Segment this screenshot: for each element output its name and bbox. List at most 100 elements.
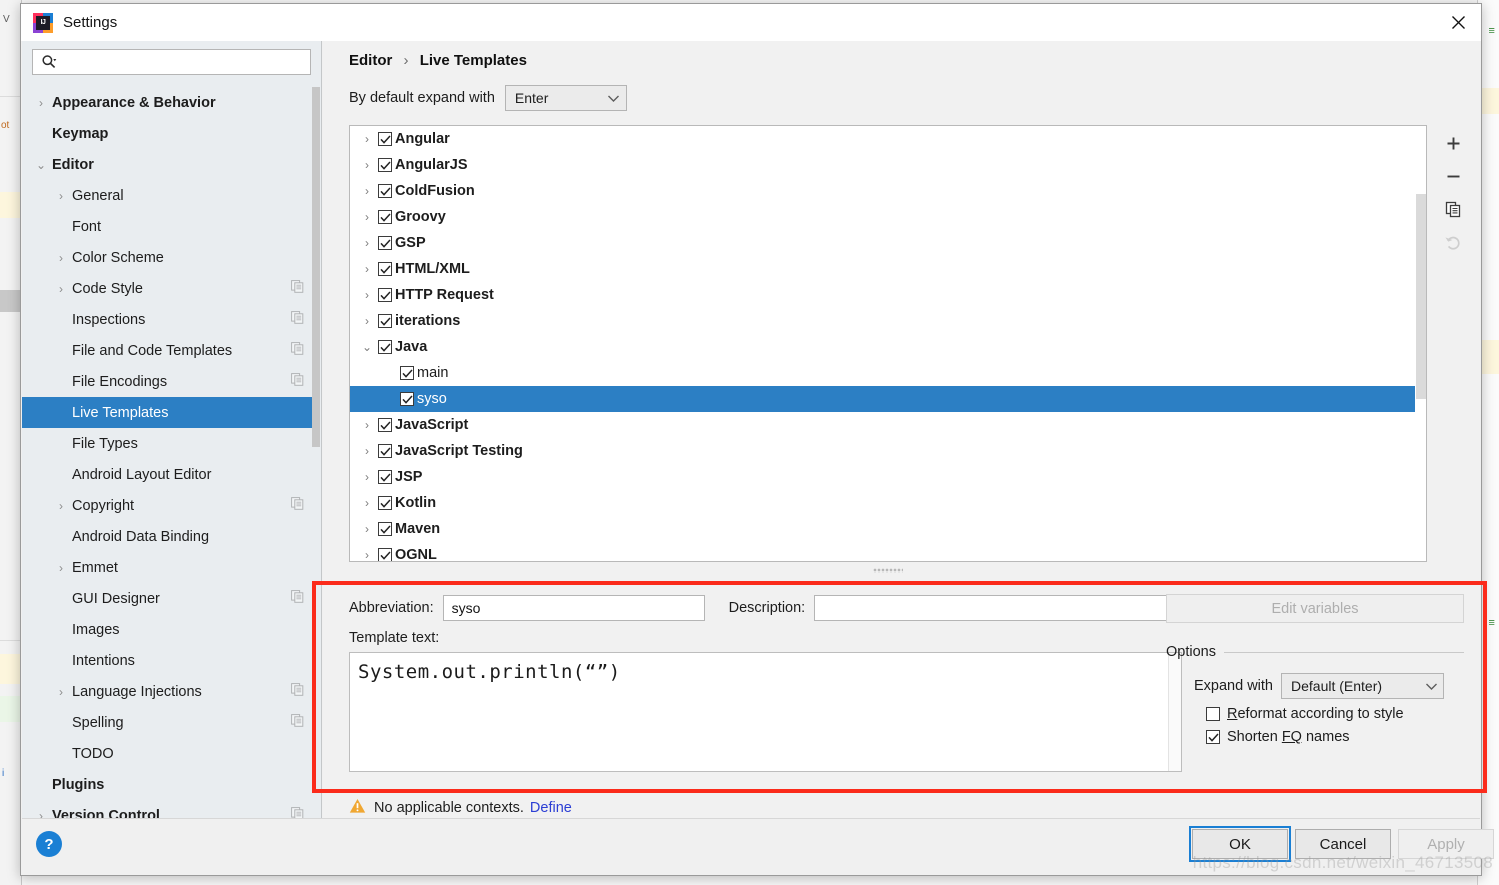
template-text-value[interactable]: System.out.println(“”): [350, 653, 1181, 683]
cancel-button[interactable]: Cancel: [1295, 829, 1391, 859]
sidebar-item-version-control[interactable]: › Version Control: [22, 800, 312, 819]
sidebar-item-font[interactable]: Font: [22, 211, 312, 242]
tree-row[interactable]: › JavaScript Testing: [350, 438, 1426, 464]
add-template-button[interactable]: [1436, 127, 1470, 160]
checkbox-checked-icon[interactable]: [378, 314, 392, 328]
sidebar-item-plugins[interactable]: Plugins: [22, 769, 312, 800]
tree-row[interactable]: › iterations: [350, 308, 1426, 334]
tree-scrollbar[interactable]: [1415, 126, 1426, 561]
sidebar-item-emmet[interactable]: › Emmet: [22, 552, 312, 583]
chevron-right-icon[interactable]: ›: [356, 184, 378, 198]
tree-scrollbar-thumb[interactable]: [1416, 194, 1426, 399]
panel-splitter[interactable]: [349, 563, 1427, 577]
ok-button[interactable]: OK: [1189, 826, 1291, 862]
search-input[interactable]: [57, 53, 310, 71]
checkbox-checked-icon[interactable]: [378, 262, 392, 276]
tree-row[interactable]: › JSP: [350, 464, 1426, 490]
chevron-right-icon[interactable]: ›: [356, 236, 378, 250]
checkbox-checked-icon[interactable]: [378, 288, 392, 302]
tree-row[interactable]: › HTTP Request: [350, 282, 1426, 308]
sidebar-item-editor[interactable]: ⌄ Editor: [22, 149, 312, 180]
sidebar-item-language-injections[interactable]: › Language Injections: [22, 676, 312, 707]
breadcrumb-parent[interactable]: Editor: [349, 52, 392, 69]
sidebar-item-appearance-behavior[interactable]: › Appearance & Behavior: [22, 87, 312, 118]
default-expand-select[interactable]: Enter: [504, 85, 627, 111]
sidebar-scrollbar-thumb[interactable]: [312, 87, 320, 447]
tree-row[interactable]: › GSP: [350, 230, 1426, 256]
abbreviation-input[interactable]: [449, 599, 698, 617]
define-link[interactable]: Define: [530, 800, 572, 816]
tree-row[interactable]: ⌄ Java: [350, 334, 1426, 360]
sidebar-item-general[interactable]: › General: [22, 180, 312, 211]
checkbox-checked-icon[interactable]: [378, 548, 392, 561]
chevron-right-icon[interactable]: ›: [356, 262, 378, 276]
tree-row[interactable]: › Groovy: [350, 204, 1426, 230]
sidebar-item-inspections[interactable]: Inspections: [22, 304, 312, 335]
chevron-right-icon[interactable]: ›: [356, 418, 378, 432]
chevron-right-icon[interactable]: ›: [50, 685, 72, 699]
help-button[interactable]: ?: [36, 831, 62, 857]
sidebar-item-file-types[interactable]: File Types: [22, 428, 312, 459]
search-box[interactable]: [32, 49, 311, 75]
chevron-right-icon[interactable]: ›: [356, 444, 378, 458]
sidebar-item-copyright[interactable]: › Copyright: [22, 490, 312, 521]
tree-row[interactable]: › HTML/XML: [350, 256, 1426, 282]
sidebar-scrollbar[interactable]: [312, 87, 320, 819]
sidebar-item-images[interactable]: Images: [22, 614, 312, 645]
chevron-right-icon[interactable]: ›: [356, 470, 378, 484]
checkbox-checked-icon[interactable]: [378, 470, 392, 484]
sidebar-item-live-templates[interactable]: Live Templates: [22, 397, 312, 428]
chevron-right-icon[interactable]: ›: [50, 251, 72, 265]
chevron-right-icon[interactable]: ›: [356, 132, 378, 146]
tree-row[interactable]: syso: [350, 386, 1426, 412]
live-templates-tree[interactable]: › Angular › AngularJS › ColdFusion › Groovy › GSP…: [349, 125, 1427, 562]
checkbox-checked-icon[interactable]: [378, 210, 392, 224]
checkbox-checked-icon[interactable]: [378, 132, 392, 146]
chevron-right-icon[interactable]: ›: [356, 314, 378, 328]
chevron-down-icon[interactable]: ⌄: [356, 340, 378, 354]
expand-with-select[interactable]: Default (Enter): [1281, 673, 1444, 699]
sidebar-item-file-encodings[interactable]: File Encodings: [22, 366, 312, 397]
sidebar-item-keymap[interactable]: Keymap: [22, 118, 312, 149]
sidebar-item-file-and-code-templates[interactable]: File and Code Templates: [22, 335, 312, 366]
tree-row[interactable]: › ColdFusion: [350, 178, 1426, 204]
shorten-fq-names-checkbox[interactable]: Shorten FQ names: [1166, 729, 1464, 745]
sidebar-item-color-scheme[interactable]: › Color Scheme: [22, 242, 312, 273]
template-text-editor[interactable]: System.out.println(“”): [349, 652, 1182, 772]
chevron-right-icon[interactable]: ›: [356, 548, 378, 561]
chevron-right-icon[interactable]: ›: [50, 561, 72, 575]
checkbox-checked-icon[interactable]: [400, 366, 414, 380]
tree-row[interactable]: › Angular: [350, 126, 1426, 152]
sidebar-item-code-style[interactable]: › Code Style: [22, 273, 312, 304]
checkbox-checked-icon[interactable]: [378, 522, 392, 536]
chevron-right-icon[interactable]: ›: [50, 189, 72, 203]
remove-template-button[interactable]: [1436, 160, 1470, 193]
tree-row[interactable]: main: [350, 360, 1426, 386]
duplicate-template-button[interactable]: [1436, 193, 1470, 226]
checkbox-checked-icon[interactable]: [378, 496, 392, 510]
abbreviation-input-wrap[interactable]: [442, 595, 705, 621]
close-icon[interactable]: [1435, 4, 1481, 41]
tree-row[interactable]: › JavaScript: [350, 412, 1426, 438]
chevron-right-icon[interactable]: ›: [356, 288, 378, 302]
chevron-right-icon[interactable]: ›: [50, 499, 72, 513]
checkbox-checked-icon[interactable]: [400, 392, 414, 406]
chevron-right-icon[interactable]: ›: [356, 522, 378, 536]
checkbox-checked-icon[interactable]: [378, 158, 392, 172]
checkbox-checked-icon[interactable]: [378, 444, 392, 458]
sidebar-item-gui-designer[interactable]: GUI Designer: [22, 583, 312, 614]
checkbox-checked-icon[interactable]: [378, 340, 392, 354]
sidebar-item-android-layout-editor[interactable]: Android Layout Editor: [22, 459, 312, 490]
tree-row[interactable]: › OGNL: [350, 542, 1426, 561]
sidebar-item-intentions[interactable]: Intentions: [22, 645, 312, 676]
checkbox-checked-icon[interactable]: [378, 184, 392, 198]
checkbox-checked-icon[interactable]: [378, 236, 392, 250]
checkbox-checked-icon[interactable]: [378, 418, 392, 432]
chevron-down-icon[interactable]: ⌄: [30, 158, 52, 172]
chevron-right-icon[interactable]: ›: [356, 496, 378, 510]
chevron-right-icon[interactable]: ›: [356, 158, 378, 172]
tree-row[interactable]: › AngularJS: [350, 152, 1426, 178]
chevron-right-icon[interactable]: ›: [356, 210, 378, 224]
sidebar-item-android-data-binding[interactable]: Android Data Binding: [22, 521, 312, 552]
chevron-right-icon[interactable]: ›: [50, 282, 72, 296]
